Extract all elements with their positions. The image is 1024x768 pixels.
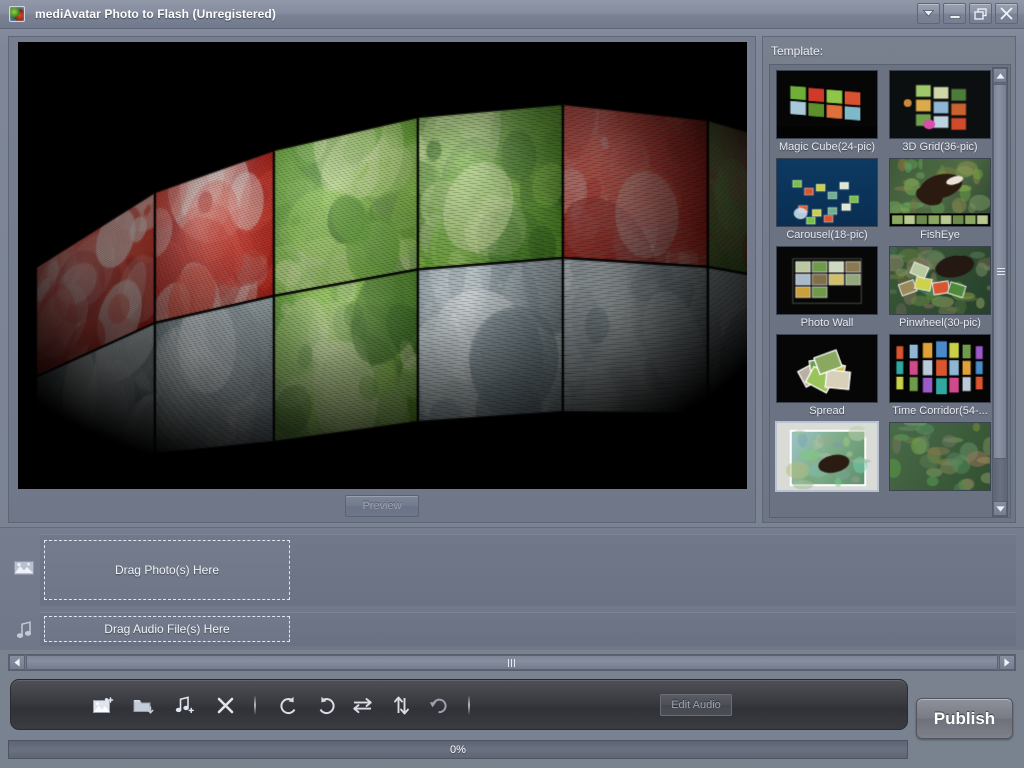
media-horizontal-scrollbar[interactable]: [8, 654, 1016, 671]
preview-panel: Preview: [8, 36, 756, 523]
time-corridor-thumb: [889, 334, 991, 403]
progress-bar: 0%: [8, 740, 908, 759]
template-item-magic-cube-24-pic[interactable]: Magic Cube(24-pic): [776, 70, 878, 153]
template-vertical-scrollbar[interactable]: [992, 67, 1008, 517]
toolbar-separator: [254, 695, 256, 715]
photo-cube-render: [18, 42, 747, 489]
publish-button[interactable]: Publish: [916, 698, 1013, 739]
template-item-label: Time Corridor(54-...: [889, 405, 991, 417]
scroll-left-arrow-icon[interactable]: [9, 655, 25, 670]
application-window: mediAvatar Photo to Flash (Unregistered): [0, 0, 1024, 768]
template-item-pinwheel-30-pic[interactable]: Pinwheel(30-pic): [889, 246, 991, 329]
photo-wall-thumb: [776, 246, 878, 315]
media-area: Drag Photo(s) Here Drag Audio File(s) He…: [0, 527, 1024, 650]
window-buttons: [917, 3, 1018, 24]
template-panel: Template: Magic Cube(24-pic) 3D Grid(36-p…: [762, 36, 1016, 523]
rotate-cw-icon[interactable]: [312, 692, 340, 718]
scroll-right-arrow-icon[interactable]: [999, 655, 1015, 670]
music-note-icon: [12, 618, 36, 642]
title-bar: mediAvatar Photo to Flash (Unregistered): [0, 0, 1024, 29]
add-photo-icon[interactable]: [89, 692, 117, 718]
preview-stage[interactable]: [18, 42, 747, 489]
swap-horizontal-icon[interactable]: [348, 692, 376, 718]
undo-icon[interactable]: [425, 692, 453, 718]
partial-thumb: [889, 422, 991, 491]
carousel-thumb: [776, 158, 878, 227]
template-panel-label: Template:: [771, 44, 823, 58]
template-scroll-thumb[interactable]: [993, 84, 1007, 459]
template-item-carousel-18-pic[interactable]: Carousel(18-pic): [776, 158, 878, 241]
photos-icon: [12, 556, 36, 580]
horizontal-scroll-thumb[interactable]: [26, 655, 998, 670]
template-item-label: Photo Wall: [776, 317, 878, 329]
pinwheel-thumb: [889, 246, 991, 315]
chevron-down-icon[interactable]: [917, 3, 940, 24]
track-rail: [8, 528, 40, 651]
template-item-photo-wall[interactable]: Photo Wall: [776, 246, 878, 329]
template-item-time-corridor-54[interactable]: Time Corridor(54-...: [889, 334, 991, 417]
scroll-thumb-grip: [997, 268, 1005, 275]
magic-cube-thumb: [776, 70, 878, 139]
butterfly-thumb: [776, 422, 878, 491]
template-item-label: Carousel(18-pic): [776, 229, 878, 241]
minimize-icon[interactable]: [943, 3, 966, 24]
add-folder-icon[interactable]: [129, 692, 157, 718]
audio-track[interactable]: Drag Audio File(s) Here: [40, 612, 1016, 646]
window-title: mediAvatar Photo to Flash (Unregistered): [35, 7, 276, 21]
edit-audio-button[interactable]: Edit Audio: [660, 694, 732, 716]
template-item-spread[interactable]: Spread: [776, 334, 878, 417]
template-item-unnamed-9[interactable]: [889, 422, 991, 493]
fisheye-thumb: [889, 158, 991, 227]
rotate-ccw-icon[interactable]: [275, 692, 303, 718]
toolbar-separator: [468, 695, 470, 715]
template-item-label: Pinwheel(30-pic): [889, 317, 991, 329]
swap-vertical-icon[interactable]: [387, 692, 415, 718]
progress-label: 0%: [450, 744, 466, 756]
photo-track[interactable]: Drag Photo(s) Here: [40, 534, 1016, 606]
3d-grid-thumb: [889, 70, 991, 139]
restore-icon[interactable]: [969, 3, 992, 24]
template-item-label: FishEye: [889, 229, 991, 241]
scroll-up-arrow-icon[interactable]: [993, 68, 1007, 83]
template-item-fisheye[interactable]: FishEye: [889, 158, 991, 241]
preview-button[interactable]: Preview: [345, 495, 418, 517]
scroll-thumb-grip: [508, 659, 516, 667]
photo-dropzone[interactable]: Drag Photo(s) Here: [44, 540, 290, 600]
template-grid: Magic Cube(24-pic) 3D Grid(36-pic) Carouse…: [776, 70, 991, 493]
add-music-icon[interactable]: [170, 692, 198, 718]
template-item-label: Magic Cube(24-pic): [776, 141, 878, 153]
app-photo-icon: [9, 6, 25, 22]
preview-button-row: Preview: [9, 492, 755, 520]
close-icon[interactable]: [995, 3, 1018, 24]
template-list[interactable]: Magic Cube(24-pic) 3D Grid(36-pic) Carouse…: [769, 64, 1011, 518]
spread-thumb: [776, 334, 878, 403]
template-item-label: 3D Grid(36-pic): [889, 141, 991, 153]
scroll-down-arrow-icon[interactable]: [993, 501, 1007, 516]
close-x-icon[interactable]: [211, 692, 239, 718]
template-item-unnamed-8[interactable]: [776, 422, 878, 493]
editor-toolbar: Edit Audio: [10, 679, 908, 730]
audio-dropzone[interactable]: Drag Audio File(s) Here: [44, 616, 290, 642]
template-item-3d-grid-36-pic[interactable]: 3D Grid(36-pic): [889, 70, 991, 153]
template-item-label: Spread: [776, 405, 878, 417]
